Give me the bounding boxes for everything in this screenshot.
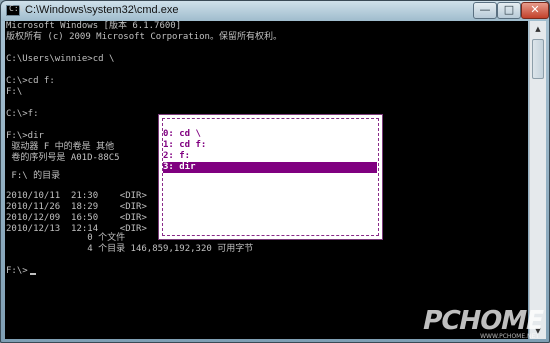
pchome-watermark-logo: PCHOME xyxy=(420,306,547,336)
scroll-up-icon[interactable]: ▲ xyxy=(531,22,545,36)
dir-entry: 2010/12/09 16:50 <DIR> xyxy=(6,213,147,223)
dir-entry: 2010/11/26 18:29 <DIR> xyxy=(6,202,147,212)
vertical-scrollbar[interactable]: ▲ ▼ xyxy=(529,21,546,339)
console-line-directory: F:\ 的目录 xyxy=(6,171,61,181)
text-cursor xyxy=(30,273,36,275)
maximize-button[interactable]: □ xyxy=(497,2,521,19)
dir-summary-files: 0 个文件 xyxy=(6,233,126,243)
command-history-popup: 0: cd \ 1: cd f: 2: f: 3: dir xyxy=(158,114,383,240)
scrollbar-thumb[interactable] xyxy=(532,39,544,79)
console-line: C:\>cd f: xyxy=(6,76,55,86)
console-line-volume: 驱动器 F 中的卷是 其他 xyxy=(6,142,115,152)
history-item-selected[interactable]: 3: dir xyxy=(163,162,377,173)
console-line: F:\ xyxy=(6,87,23,97)
history-item[interactable]: 2: f: xyxy=(163,151,377,162)
console-line: C:\>f: xyxy=(6,109,39,119)
pchome-watermark-url: WWW.PCHOME.NET xyxy=(480,333,539,340)
dir-summary-dirs: 4 个目录 146,859,192,320 可用字节 xyxy=(6,244,254,254)
history-item[interactable]: 1: cd f: xyxy=(163,140,377,151)
console-line-serial: 卷的序列号是 A01D-88C5 xyxy=(6,153,120,163)
cmd-window: C:\ C:\Windows\system32\cmd.exe — □ ✕ Mi… xyxy=(0,0,550,343)
history-item[interactable]: 0: cd \ xyxy=(163,129,377,140)
minimize-button[interactable]: — xyxy=(473,2,497,19)
console-line-version: Microsoft Windows [版本 6.1.7600] xyxy=(6,21,182,31)
console-line: C:\Users\winnie>cd \ xyxy=(6,54,115,64)
console-app-icon[interactable]: C:\ xyxy=(6,4,24,16)
console-line-copyright: 版权所有 (c) 2009 Microsoft Corporation。保留所有… xyxy=(6,32,282,42)
close-button[interactable]: ✕ xyxy=(521,2,549,19)
title-bar[interactable]: C:\ C:\Windows\system32\cmd.exe — □ ✕ xyxy=(1,1,549,21)
console-line: F:\>dir xyxy=(6,131,44,141)
console-app-icon-label: C:\ xyxy=(9,4,24,13)
dir-entry: 2010/10/11 21:30 <DIR> xyxy=(6,191,147,201)
window-title: C:\Windows\system32\cmd.exe xyxy=(25,4,179,16)
console-prompt: F:\> xyxy=(6,266,28,276)
